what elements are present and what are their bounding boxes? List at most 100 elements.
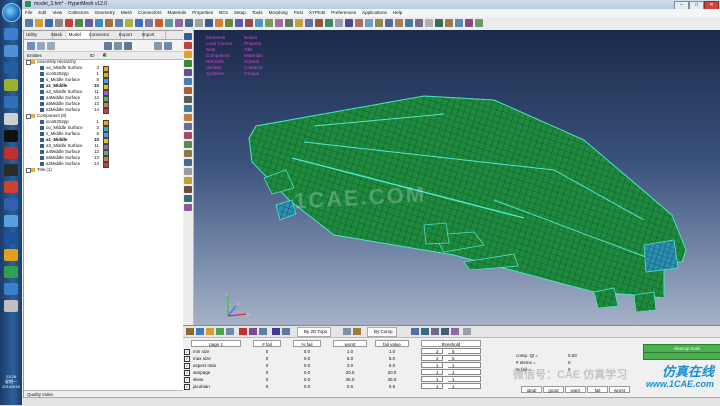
menu-item[interactable]: Collectors: [65, 9, 91, 17]
toolbar-icon[interactable]: [215, 19, 223, 27]
tool-icon[interactable]: [184, 33, 192, 40]
collapse-icon[interactable]: [47, 42, 55, 50]
toolbar-icon[interactable]: [186, 328, 194, 335]
toolbar-icon[interactable]: [145, 19, 153, 27]
taskbar-app-icon[interactable]: [4, 96, 18, 108]
toolbar-icon[interactable]: [216, 328, 224, 335]
tool-icon[interactable]: [184, 69, 192, 76]
hide-icon[interactable]: [114, 42, 122, 50]
toolbar-icon[interactable]: [165, 19, 173, 27]
tool-icon[interactable]: [184, 105, 192, 112]
toolbar-icon[interactable]: [272, 328, 280, 335]
graphics-area[interactable]: Elements Nodes Load Curves Property Sets Titl…: [194, 30, 720, 325]
toolbar-icon[interactable]: [325, 19, 333, 27]
toolbar-icon[interactable]: [455, 19, 463, 27]
tool-icon[interactable]: [184, 51, 192, 58]
toolbar-icon[interactable]: [353, 328, 361, 335]
tool-icon[interactable]: [184, 204, 192, 211]
menu-item[interactable]: Preferences: [328, 9, 359, 17]
toolbar-icon[interactable]: [441, 328, 449, 335]
threshold-field[interactable]: 25: [421, 355, 481, 361]
taskbar-clock[interactable]: 23:28 星期一 2014/9/15: [0, 374, 22, 389]
taskbar-app-icon[interactable]: [4, 232, 18, 244]
tool-icon[interactable]: [184, 87, 192, 94]
comp-dropdown[interactable]: By Comp: [367, 327, 397, 337]
toolbar-icon[interactable]: [415, 19, 423, 27]
toolbar-icon[interactable]: [45, 19, 53, 27]
toolbar-icon[interactable]: [335, 19, 343, 27]
toolbar-icon[interactable]: [395, 19, 403, 27]
toolbar-icon[interactable]: [55, 19, 63, 27]
start-button[interactable]: [2, 3, 21, 22]
tool-icon[interactable]: [184, 123, 192, 130]
taskbar-app-icon[interactable]: [4, 181, 18, 193]
toolbar-icon[interactable]: [185, 19, 193, 27]
tool-icon[interactable]: [184, 159, 192, 166]
toolbar-icon[interactable]: [375, 19, 383, 27]
row-checkbox[interactable]: ✓: [184, 384, 190, 390]
tab-import[interactable]: Import: [140, 31, 167, 39]
toolbar-icon[interactable]: [95, 19, 103, 27]
tool-icon[interactable]: [184, 78, 192, 85]
tool-icon[interactable]: [184, 114, 192, 121]
taskbar-app-icon[interactable]: [4, 28, 18, 40]
toolbar-icon[interactable]: [85, 19, 93, 27]
mesh-model[interactable]: [194, 30, 720, 325]
toolbar-icon[interactable]: [343, 328, 351, 335]
menu-item[interactable]: Connectors: [135, 9, 165, 17]
toolbar-icon[interactable]: [239, 328, 247, 335]
tool-icon[interactable]: [184, 177, 192, 184]
tool-icon[interactable]: [184, 141, 192, 148]
toolbar-icon[interactable]: [305, 19, 313, 27]
menu-item[interactable]: Geometry: [92, 9, 118, 17]
toolbar-icon[interactable]: [445, 19, 453, 27]
toolbar-icon[interactable]: [155, 19, 163, 27]
threshold-field[interactable]: 11: [421, 376, 481, 382]
toolbar-icon[interactable]: [405, 19, 413, 27]
toolbar-icon[interactable]: [245, 19, 253, 27]
toolbar-icon[interactable]: [431, 328, 439, 335]
menu-item[interactable]: XYPlots: [306, 9, 328, 17]
toolbar-icon[interactable]: [225, 19, 233, 27]
toolbar-icon[interactable]: [249, 328, 257, 335]
toolbar-icon[interactable]: [105, 19, 113, 27]
toolbar-icon[interactable]: [295, 19, 303, 27]
toolbar-icon[interactable]: [195, 19, 203, 27]
taskbar-app-icon[interactable]: [4, 283, 18, 295]
menu-item[interactable]: Tools: [249, 9, 266, 17]
threshold-field[interactable]: 11: [421, 362, 481, 368]
toolbar-icon[interactable]: [115, 19, 123, 27]
toolbar-icon[interactable]: [205, 19, 213, 27]
taskbar-app-icon[interactable]: [4, 45, 18, 57]
toolbar-icon[interactable]: [35, 19, 43, 27]
toolbar-icon[interactable]: [196, 328, 204, 335]
taskbar-app-icon[interactable]: [4, 79, 18, 91]
tool-icon[interactable]: [184, 42, 192, 49]
isolate-icon[interactable]: [124, 42, 132, 50]
taskbar-app-icon[interactable]: [4, 62, 18, 74]
menu-item[interactable]: Morphing: [266, 9, 291, 17]
menu-item[interactable]: Mesh: [118, 9, 135, 17]
menu-item[interactable]: Applications: [359, 9, 390, 17]
taskbar-app-icon[interactable]: [4, 130, 18, 142]
taskbar-app-icon[interactable]: [4, 266, 18, 278]
toolbar-icon[interactable]: [226, 328, 234, 335]
toolbar-icon[interactable]: [421, 328, 429, 335]
toolbar-icon[interactable]: [235, 19, 243, 27]
eye-icon[interactable]: [154, 42, 162, 50]
toolbar-icon[interactable]: [425, 19, 433, 27]
toolbar-icon[interactable]: [411, 328, 419, 335]
threshold-field[interactable]: 25: [421, 348, 481, 354]
tool-icon[interactable]: [184, 60, 192, 67]
toolbar-icon[interactable]: [265, 19, 273, 27]
toolbar-icon[interactable]: [75, 19, 83, 27]
toolbar-icon[interactable]: [285, 19, 293, 27]
menu-item[interactable]: Setup: [231, 9, 249, 17]
toolbar-icon[interactable]: [282, 328, 290, 335]
taskbar-app-icon[interactable]: [4, 198, 18, 210]
find-icon[interactable]: [164, 42, 172, 50]
topology-dropdown[interactable]: By 2D Topo: [297, 327, 332, 337]
filter-icon[interactable]: [27, 42, 35, 50]
toolbar-icon[interactable]: [463, 328, 471, 335]
tab-connector[interactable]: Connector: [87, 31, 121, 39]
